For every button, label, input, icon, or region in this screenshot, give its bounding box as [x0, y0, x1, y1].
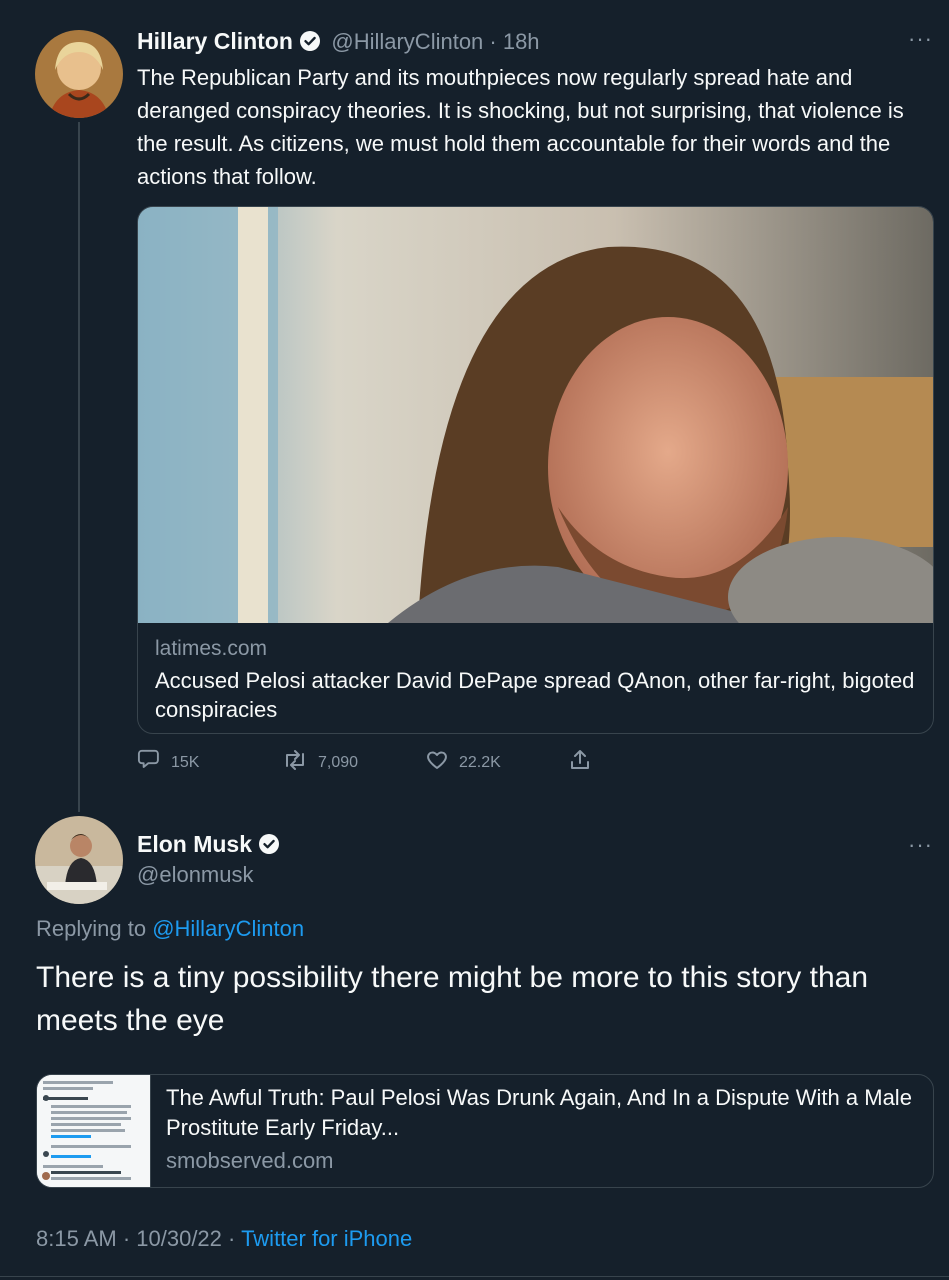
tweet1-header: Hillary Clinton @HillaryClinton · 18h: [137, 28, 540, 57]
replying-to-link[interactable]: @HillaryClinton: [152, 916, 304, 941]
like-icon: [425, 748, 449, 777]
tweet2-text: There is a tiny possibility there might …: [36, 961, 869, 1037]
card-image-photo: [138, 207, 933, 657]
card-domain: latimes.com: [155, 637, 268, 660]
tweet1-text: The Republican Party and its mouthpieces…: [137, 65, 904, 189]
retweet-button[interactable]: 7,090: [282, 748, 358, 777]
link-card-smobserved[interactable]: The Awful Truth: Paul Pelosi Was Drunk A…: [36, 1074, 934, 1188]
verified-badge-icon: [258, 833, 280, 860]
thread-connector-line: [78, 122, 80, 812]
author-handle-time[interactable]: @HillaryClinton · 18h: [331, 29, 539, 54]
tweet2-author: Elon Musk: [137, 831, 280, 860]
author-name[interactable]: Hillary Clinton: [137, 28, 293, 54]
card-title: Accused Pelosi attacker David DePape spr…: [155, 668, 915, 722]
author-name[interactable]: Elon Musk: [137, 831, 252, 857]
source-link[interactable]: Twitter for iPhone: [241, 1226, 412, 1251]
retweet-count: 7,090: [318, 753, 359, 771]
reply-count: 15K: [171, 753, 200, 771]
tweet2-metadata: 8:15 AM · 10/30/22 · Twitter for iPhone: [36, 1226, 412, 1252]
more-options-icon[interactable]: ···: [908, 832, 933, 858]
like-count: 22.2K: [459, 753, 501, 771]
timestamp[interactable]: 8:15 AM · 10/30/22 ·: [36, 1226, 241, 1251]
link-card-latimes[interactable]: latimes.com Accused Pelosi attacker Davi…: [137, 206, 934, 734]
share-button[interactable]: [568, 748, 592, 777]
reply-button[interactable]: 15K: [137, 748, 199, 777]
verified-badge-icon: [299, 30, 321, 57]
more-options-icon[interactable]: ···: [908, 26, 933, 52]
bottom-divider: [0, 1276, 949, 1277]
author-handle[interactable]: @elonmusk: [137, 862, 254, 888]
like-button[interactable]: 22.2K: [425, 748, 501, 777]
reply-icon: [137, 748, 161, 777]
retweet-icon: [282, 748, 308, 777]
card-domain: smobserved.com: [166, 1148, 334, 1173]
share-icon: [568, 748, 592, 777]
replying-to-prefix: Replying to: [36, 916, 153, 941]
replying-to-line: Replying to @HillaryClinton: [36, 916, 304, 942]
avatar-elon-musk[interactable]: [35, 816, 123, 904]
card-title: The Awful Truth: Paul Pelosi Was Drunk A…: [166, 1085, 912, 1140]
card-thumbnail-screenshot: [37, 1075, 151, 1187]
avatar-hillary-clinton[interactable]: [35, 30, 123, 118]
